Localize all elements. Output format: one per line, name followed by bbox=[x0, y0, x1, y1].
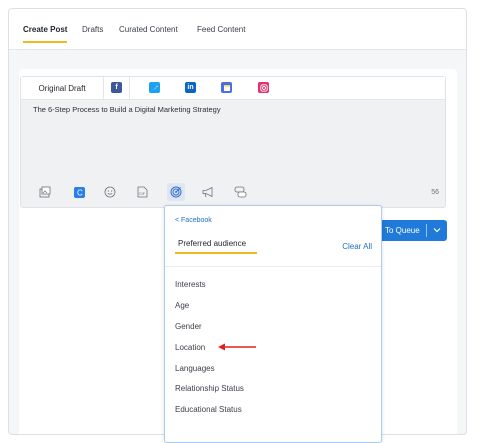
image-icon[interactable] bbox=[38, 185, 52, 199]
post-editor: Original Draft f in The 6-Step Process t… bbox=[20, 76, 446, 208]
option-age[interactable]: Age bbox=[175, 301, 189, 310]
top-tab-bar: Create Post Drafts Curated Content Feed … bbox=[9, 9, 466, 50]
tab-drafts[interactable]: Drafts bbox=[82, 25, 103, 34]
button-divider bbox=[426, 224, 427, 237]
chevron-down-icon[interactable] bbox=[431, 224, 443, 236]
tab-create-post[interactable]: Create Post bbox=[23, 25, 68, 43]
original-draft-label: Original Draft bbox=[38, 83, 86, 93]
option-languages[interactable]: Languages bbox=[175, 364, 215, 373]
targeting-icon[interactable] bbox=[167, 183, 185, 201]
facebook-icon: f bbox=[111, 82, 122, 93]
post-text[interactable]: The 6-Step Process to Build a Digital Ma… bbox=[33, 105, 221, 114]
option-gender[interactable]: Gender bbox=[175, 322, 202, 331]
tab-facebook[interactable]: f bbox=[103, 77, 130, 99]
annotation-arrow-icon bbox=[218, 343, 256, 351]
queue-button-label: To Queue bbox=[385, 226, 420, 235]
twitter-icon[interactable] bbox=[149, 82, 160, 93]
hashtag-icon[interactable] bbox=[233, 185, 247, 199]
google-my-business-icon[interactable] bbox=[221, 82, 232, 93]
megaphone-icon[interactable] bbox=[201, 185, 215, 199]
panel-divider bbox=[165, 266, 381, 267]
tab-original-draft[interactable]: Original Draft bbox=[21, 77, 104, 99]
svg-text:GIF: GIF bbox=[139, 192, 145, 196]
audience-targeting-panel: < Facebook Preferred audience Clear All … bbox=[164, 205, 382, 443]
add-to-queue-button[interactable]: To Queue bbox=[380, 220, 447, 241]
active-tab-underline bbox=[175, 252, 257, 254]
option-educational-status[interactable]: Educational Status bbox=[175, 405, 242, 414]
option-relationship-status[interactable]: Relationship Status bbox=[175, 384, 244, 393]
clear-all-button[interactable]: Clear All bbox=[342, 242, 372, 251]
svg-text:C: C bbox=[77, 188, 83, 197]
emoji-icon[interactable] bbox=[103, 185, 117, 199]
canva-icon[interactable]: C bbox=[72, 185, 86, 199]
editor-network-tabs: Original Draft f in bbox=[21, 77, 445, 100]
tab-curated-content[interactable]: Curated Content bbox=[119, 25, 178, 34]
option-location[interactable]: Location bbox=[175, 343, 205, 352]
preferred-audience-tab[interactable]: Preferred audience bbox=[178, 239, 246, 248]
gif-icon[interactable]: GIF bbox=[135, 185, 149, 199]
option-interests[interactable]: Interests bbox=[175, 280, 206, 289]
back-to-facebook-link[interactable]: < Facebook bbox=[175, 217, 212, 224]
linkedin-icon[interactable]: in bbox=[185, 82, 196, 93]
instagram-icon[interactable] bbox=[258, 82, 269, 93]
tab-feed-content[interactable]: Feed Content bbox=[197, 25, 245, 34]
character-count: 56 bbox=[431, 189, 439, 196]
